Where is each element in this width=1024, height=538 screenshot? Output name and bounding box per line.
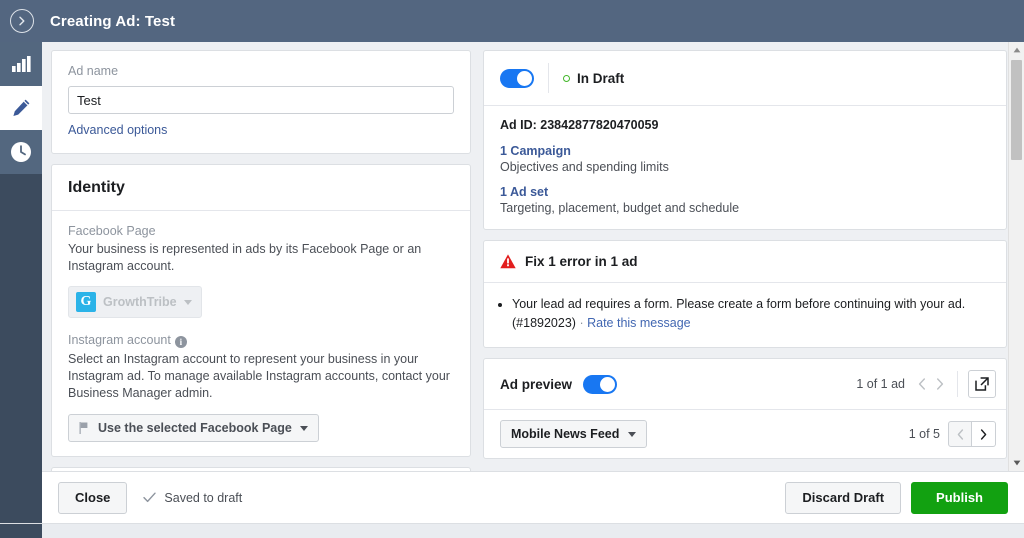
left-column: Ad name Advanced options Identity Facebo… bbox=[51, 50, 471, 471]
window-header: Creating Ad: Test bbox=[0, 0, 1024, 42]
advanced-options-link[interactable]: Advanced options bbox=[68, 123, 167, 137]
saved-label: Saved to draft bbox=[164, 490, 243, 505]
open-preview-button[interactable] bbox=[968, 370, 996, 398]
preview-format-select[interactable]: Mobile News Feed bbox=[500, 420, 648, 448]
bar-chart-icon bbox=[12, 56, 31, 72]
facebook-page-description: Your business is represented in ads by i… bbox=[68, 242, 422, 273]
ads-manager-window: Creating Ad: Test Ad name Test Advanced … bbox=[0, 0, 1024, 538]
sidebar-item-analytics[interactable] bbox=[0, 42, 42, 86]
instagram-account-description: Select an Instagram account to represent… bbox=[68, 352, 450, 400]
status-details: Ad ID: 23842877820470059 1 Campaign Obje… bbox=[484, 105, 1006, 229]
flag-icon bbox=[79, 422, 88, 434]
chevron-right-glyph bbox=[19, 16, 25, 26]
ad-name-card: Ad name Advanced options bbox=[51, 50, 471, 154]
clock-icon bbox=[11, 142, 31, 162]
facebook-page-selected: GrowthTribe bbox=[103, 295, 177, 309]
ad-id-text: Ad ID: 23842877820470059 bbox=[500, 118, 659, 132]
scroll-up-button[interactable] bbox=[1009, 42, 1024, 58]
toggle-knob bbox=[600, 376, 616, 392]
triangle-up-icon bbox=[1013, 47, 1020, 53]
instagram-account-label: Instagram account i bbox=[68, 333, 454, 348]
discard-draft-button[interactable]: Discard Draft bbox=[785, 481, 902, 514]
preview-controls: Mobile News Feed 1 of 5 bbox=[484, 410, 1006, 458]
sidebar-item-history[interactable] bbox=[0, 130, 42, 174]
chevron-right-icon bbox=[937, 378, 944, 390]
sidebar-item-edit[interactable] bbox=[0, 86, 42, 130]
ad-preview-toggle[interactable] bbox=[583, 374, 618, 394]
chevron-right-icon bbox=[980, 428, 987, 440]
divider bbox=[957, 371, 958, 397]
adset-group: 1 Ad set Targeting, placement, budget an… bbox=[500, 185, 990, 215]
page-title: Creating Ad: Test bbox=[50, 12, 176, 30]
scrollbar-thumb[interactable] bbox=[1011, 60, 1022, 160]
next-ad-button[interactable] bbox=[931, 373, 949, 395]
ad-name-label: Ad name bbox=[68, 64, 119, 78]
vertical-scrollbar[interactable] bbox=[1008, 42, 1024, 471]
divider bbox=[548, 63, 549, 93]
error-header: Fix 1 error in 1 ad bbox=[484, 241, 1006, 283]
campaign-link[interactable]: 1 Campaign bbox=[500, 144, 990, 158]
rate-message-link[interactable]: Rate this message bbox=[587, 316, 691, 330]
footer-bar: Close Saved to draft Discard Draft Publi… bbox=[42, 471, 1024, 523]
status-card: In Draft Ad ID: 23842877820470059 1 Camp… bbox=[483, 50, 1007, 230]
right-column: In Draft Ad ID: 23842877820470059 1 Camp… bbox=[483, 50, 1007, 469]
chevron-down-icon bbox=[628, 431, 637, 437]
external-link-icon bbox=[975, 377, 989, 391]
status-badge: In Draft bbox=[577, 70, 625, 86]
instagram-account-selected: Use the selected Facebook Page bbox=[98, 421, 292, 435]
publish-button[interactable]: Publish bbox=[911, 481, 1008, 514]
ad-count-label: 1 of 1 ad bbox=[856, 377, 905, 391]
facebook-page-label: Facebook Page bbox=[68, 224, 156, 238]
facebook-page-select: G GrowthTribe bbox=[68, 286, 202, 318]
bottom-strip bbox=[0, 523, 1024, 538]
previous-ad-button[interactable] bbox=[913, 373, 931, 395]
campaign-group: 1 Campaign Objectives and spending limit… bbox=[500, 144, 990, 174]
page-count-label: 1 of 5 bbox=[908, 427, 940, 441]
warning-triangle-icon bbox=[500, 254, 516, 269]
identity-title: Identity bbox=[52, 165, 470, 211]
preview-title: Ad preview bbox=[500, 376, 573, 392]
status-dot-icon bbox=[563, 74, 570, 82]
next-placement-button[interactable] bbox=[972, 421, 996, 447]
error-body: Your lead ad requires a form. Please cre… bbox=[484, 283, 1006, 347]
adset-description: Targeting, placement, budget and schedul… bbox=[500, 201, 740, 215]
error-message-item: Your lead ad requires a form. Please cre… bbox=[512, 295, 990, 333]
check-icon bbox=[143, 492, 157, 503]
separator-dot: · bbox=[579, 316, 584, 330]
close-button[interactable]: Close bbox=[58, 481, 128, 514]
saved-status: Saved to draft bbox=[143, 491, 242, 505]
chevron-right-circle-icon[interactable] bbox=[10, 9, 34, 33]
info-icon[interactable]: i bbox=[174, 336, 187, 348]
error-card: Fix 1 error in 1 ad Your lead ad require… bbox=[483, 240, 1007, 348]
triangle-down-icon bbox=[1013, 460, 1020, 466]
previous-placement-button[interactable] bbox=[948, 421, 972, 447]
ad-name-input[interactable] bbox=[68, 86, 454, 114]
ad-preview-card: Ad preview 1 of 1 ad Mobile News Feed 1 … bbox=[483, 358, 1007, 459]
ad-status-toggle[interactable] bbox=[500, 68, 534, 88]
chevron-down-icon bbox=[299, 425, 308, 431]
error-title: Fix 1 error in 1 ad bbox=[525, 254, 638, 269]
content-area: Ad name Advanced options Identity Facebo… bbox=[42, 42, 1024, 471]
growthtribe-logo-icon: G bbox=[76, 292, 96, 312]
toggle-knob bbox=[517, 70, 532, 86]
chevron-left-icon bbox=[918, 378, 925, 390]
preview-header: Ad preview 1 of 1 ad bbox=[484, 359, 1006, 410]
left-icon-rail bbox=[0, 42, 42, 538]
pencil-icon bbox=[13, 99, 30, 116]
identity-card: Identity Facebook Page Your business is … bbox=[51, 164, 471, 457]
chevron-left-icon bbox=[957, 428, 963, 440]
scroll-down-button[interactable] bbox=[1009, 455, 1024, 471]
adset-link[interactable]: 1 Ad set bbox=[500, 185, 990, 199]
campaign-description: Objectives and spending limits bbox=[500, 160, 669, 174]
instagram-account-select[interactable]: Use the selected Facebook Page bbox=[68, 414, 319, 442]
preview-format-value: Mobile News Feed bbox=[511, 427, 620, 441]
status-row: In Draft bbox=[484, 51, 1006, 105]
bottom-strip-rail bbox=[0, 524, 42, 538]
chevron-down-icon bbox=[183, 299, 192, 305]
